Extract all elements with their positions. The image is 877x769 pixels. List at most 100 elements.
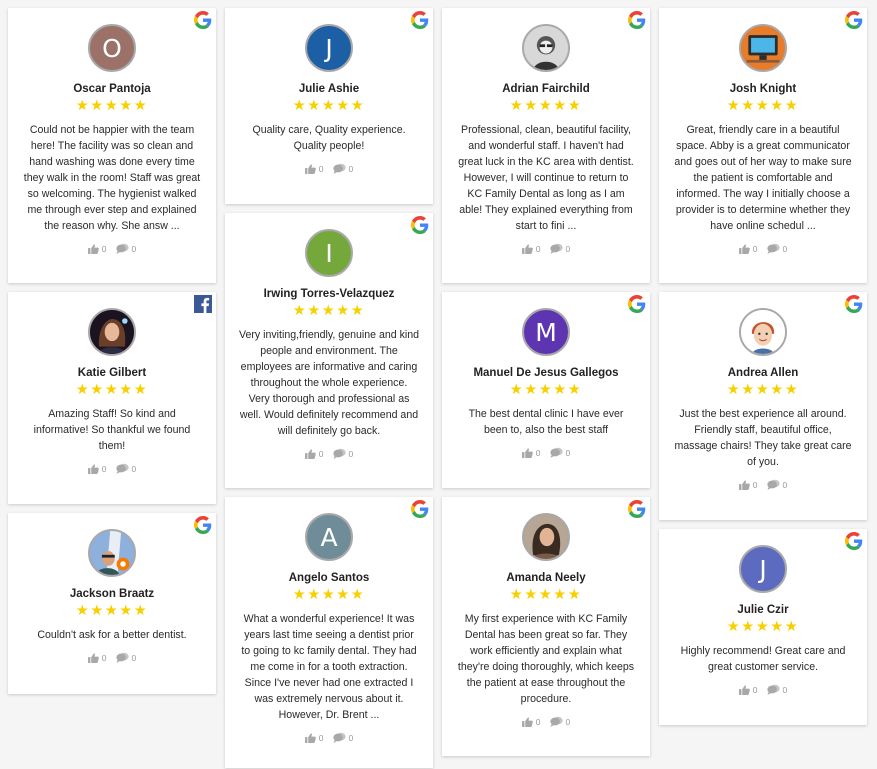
- google-icon[interactable]: [628, 11, 646, 29]
- comment-button[interactable]: 0: [332, 732, 353, 743]
- google-icon[interactable]: [411, 500, 429, 518]
- review-actions: 00: [659, 243, 867, 254]
- google-icon[interactable]: [845, 295, 863, 313]
- review-card: J Julie Ashie ★★★★★ Quality care, Quality e…: [225, 8, 433, 204]
- review-text: Just the best experience all around. Fri…: [674, 408, 852, 468]
- thumbs-up-icon: [738, 479, 750, 490]
- comment-count: 0: [131, 652, 137, 663]
- like-count: 0: [101, 652, 107, 663]
- google-icon[interactable]: [628, 295, 646, 313]
- thumbs-up-icon: [304, 732, 316, 743]
- like-button[interactable]: 0: [738, 243, 758, 254]
- avatar: A: [305, 513, 353, 561]
- like-button[interactable]: 0: [738, 684, 758, 695]
- like-button[interactable]: 0: [87, 463, 107, 474]
- comment-icon: [332, 448, 346, 459]
- google-icon[interactable]: [194, 11, 212, 29]
- comment-button[interactable]: 0: [115, 463, 137, 474]
- avatar: O: [88, 24, 136, 72]
- thumbs-up-icon: [87, 243, 99, 254]
- comment-button[interactable]: 0: [332, 163, 353, 174]
- reviewer-name: Julie Ashie: [298, 83, 360, 95]
- like-count: 0: [752, 479, 758, 490]
- like-button[interactable]: 0: [87, 652, 107, 663]
- review-text: Great, friendly care in a beautiful spac…: [674, 124, 852, 232]
- like-count: 0: [752, 243, 758, 254]
- avatar: I: [305, 229, 353, 277]
- like-button[interactable]: 0: [738, 479, 758, 490]
- comment-count: 0: [782, 684, 788, 695]
- comment-button[interactable]: 0: [766, 479, 788, 490]
- comment-button[interactable]: 0: [766, 684, 788, 695]
- comment-count: 0: [131, 463, 137, 474]
- avatar: [739, 24, 787, 72]
- thumbs-up-icon: [521, 716, 533, 727]
- comment-icon: [549, 716, 563, 727]
- google-icon[interactable]: [411, 11, 429, 29]
- comment-count: 0: [782, 243, 788, 254]
- comment-button[interactable]: 0: [549, 447, 570, 458]
- star-rating: ★★★★★: [292, 98, 366, 114]
- like-button[interactable]: 0: [304, 732, 324, 743]
- comment-count: 0: [131, 243, 137, 254]
- review-text: Highly recommend! Great care and great c…: [680, 645, 846, 673]
- thumbs-up-icon: [87, 463, 99, 474]
- facebook-icon[interactable]: [194, 295, 212, 313]
- comment-count: 0: [782, 479, 788, 490]
- review-text: Couldn't ask for a better dentist.: [37, 629, 187, 641]
- like-button[interactable]: 0: [87, 243, 107, 254]
- comment-button[interactable]: 0: [549, 716, 570, 727]
- comment-button[interactable]: 0: [766, 243, 788, 254]
- google-icon[interactable]: [845, 11, 863, 29]
- comment-button[interactable]: 0: [115, 243, 137, 254]
- review-card: I Irwing Torres-Velazquez ★★★★★ Very inviti…: [225, 213, 433, 488]
- like-button[interactable]: 0: [521, 243, 541, 254]
- review-actions: 00: [659, 684, 867, 695]
- review-actions: 00: [225, 163, 433, 174]
- star-rating: ★★★★★: [726, 98, 800, 114]
- like-button[interactable]: 0: [521, 447, 541, 458]
- comment-icon: [115, 243, 129, 254]
- review-card: Josh Knight ★★★★★ Great, friendly care in …: [659, 8, 867, 283]
- star-rating: ★★★★★: [509, 382, 583, 398]
- review-actions: 00: [442, 447, 650, 458]
- comment-button[interactable]: 0: [115, 652, 137, 663]
- star-rating: ★★★★★: [75, 382, 149, 398]
- review-card: J Julie Czir ★★★★★ Highly recommend! Great …: [659, 529, 867, 725]
- review-actions: 00: [442, 716, 650, 727]
- thumbs-up-icon: [304, 163, 316, 174]
- google-icon[interactable]: [845, 532, 863, 550]
- comment-icon: [766, 479, 780, 490]
- review-actions: 00: [659, 479, 867, 490]
- thumbs-up-icon: [521, 447, 533, 458]
- review-card: M Manuel De Jesus Gallegos ★★★★★ The best d…: [442, 292, 650, 488]
- like-button[interactable]: 0: [521, 716, 541, 727]
- review-actions: 00: [8, 243, 216, 254]
- reviewer-name: Julie Czir: [737, 604, 789, 616]
- review-actions: 00: [8, 652, 216, 663]
- avatar: [522, 513, 570, 561]
- reviewer-name: Angelo Santos: [288, 572, 370, 584]
- review-text: What a wonderful experience! It was year…: [241, 613, 417, 721]
- avatar: J: [739, 545, 787, 593]
- like-button[interactable]: 0: [304, 449, 324, 459]
- google-icon[interactable]: [628, 500, 646, 518]
- comment-icon: [766, 243, 780, 254]
- star-rating: ★★★★★: [292, 303, 366, 319]
- like-count: 0: [535, 447, 541, 458]
- google-icon[interactable]: [194, 516, 212, 534]
- like-count: 0: [101, 463, 107, 474]
- avatar: [522, 24, 570, 72]
- star-rating: ★★★★★: [75, 603, 149, 619]
- thumbs-up-icon: [738, 684, 750, 695]
- thumbs-up-icon: [521, 243, 533, 254]
- comment-icon: [115, 463, 129, 474]
- google-icon[interactable]: [411, 216, 429, 234]
- star-rating: ★★★★★: [726, 619, 800, 635]
- review-card: Amanda Neely ★★★★★ My first experience wit…: [442, 497, 650, 756]
- reviewer-name: Andrea Allen: [727, 367, 799, 379]
- comment-button[interactable]: 0: [549, 243, 570, 254]
- like-button[interactable]: 0: [304, 163, 324, 174]
- comment-button[interactable]: 0: [332, 448, 353, 459]
- like-count: 0: [535, 243, 541, 254]
